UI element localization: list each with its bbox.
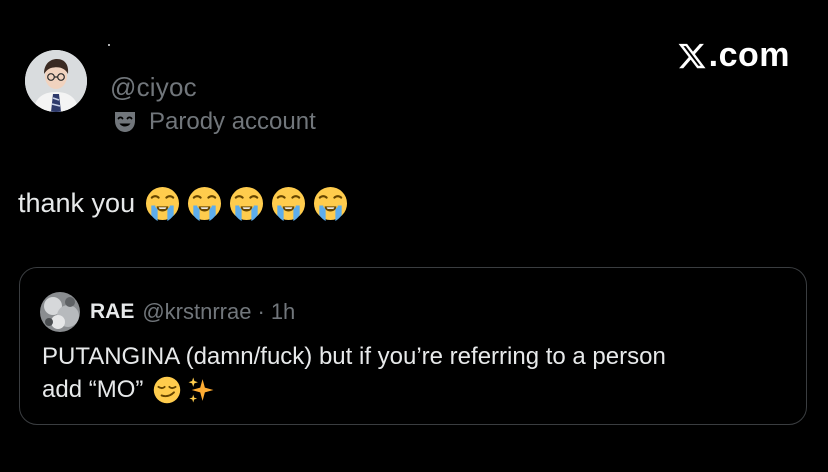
- avatar[interactable]: [25, 50, 87, 112]
- quoted-tweet-line: PUTANGINA (damn/fuck) but if you’re refe…: [42, 340, 782, 373]
- quoted-author-name[interactable]: RAE: [90, 300, 134, 324]
- quoted-tweet-text-line1: PUTANGINA (damn/fuck) but if you’re refe…: [42, 343, 666, 370]
- loudly-crying-face-icon: [229, 186, 264, 221]
- theater-mask-icon: [115, 112, 135, 132]
- quoted-tweet-text-line2: add “MO”: [42, 376, 144, 403]
- quoted-author-avatar[interactable]: [40, 292, 80, 332]
- x-logo-icon: [678, 43, 706, 68]
- decorative-dot: [108, 44, 110, 46]
- quoted-tweet-card[interactable]: RAE @krstnrrae · 1h PUTANGINA (damn/fuck…: [19, 267, 807, 425]
- brand-watermark: .com: [677, 36, 790, 75]
- quoted-tweet-time[interactable]: 1h: [271, 299, 295, 325]
- tweet-text: thank you: [18, 187, 136, 218]
- brand-label: .com: [708, 36, 790, 74]
- quoted-tweet-body: PUTANGINA (damn/fuck) but if you’re refe…: [42, 340, 782, 406]
- quoted-tweet-line: add “MO”: [42, 373, 782, 406]
- parody-badge: Parody account: [112, 108, 316, 136]
- tweet-body: thank you: [18, 183, 348, 223]
- author-handle[interactable]: @ciyoc: [110, 72, 197, 103]
- tweet-emoji-row: [145, 186, 348, 221]
- quoted-author-handle[interactable]: @krstnrrae: [142, 299, 251, 325]
- smirking-face-icon: [153, 376, 181, 404]
- quoted-tweet-header: RAE @krstnrrae · 1h: [40, 292, 295, 332]
- sparkles-icon: [187, 376, 215, 404]
- parody-label: Parody account: [149, 108, 316, 135]
- loudly-crying-face-icon: [271, 186, 306, 221]
- loudly-crying-face-icon: [187, 186, 222, 221]
- meta-separator: ·: [257, 299, 265, 324]
- loudly-crying-face-icon: [145, 186, 180, 221]
- loudly-crying-face-icon: [313, 186, 348, 221]
